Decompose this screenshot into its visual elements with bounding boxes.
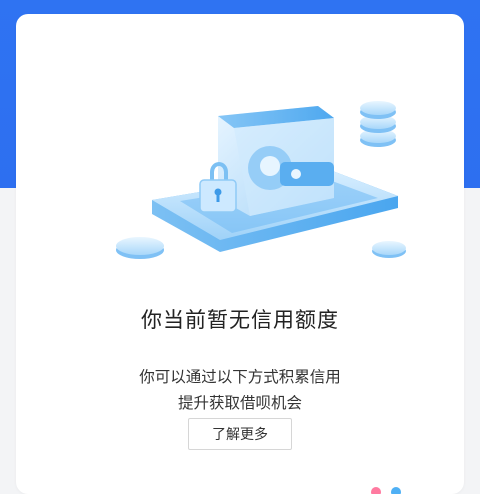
description-line-1: 你可以通过以下方式积累信用 [139, 368, 341, 386]
empty-state-description: 你可以通过以下方式积累信用 提升获取借呗机会 [16, 364, 464, 416]
description-line-2: 提升获取借呗机会 [177, 394, 302, 412]
empty-state-title: 你当前暂无信用额度 [141, 308, 339, 332]
learn-more-button[interactable]: 了解更多 [188, 418, 292, 450]
content-card: 你当前暂无信用额度 你可以通过以下方式积累信用 提升获取借呗机会 了解更多 [16, 14, 464, 494]
decorative-dots-icon [371, 487, 401, 494]
wallet-illustration-icon [116, 101, 406, 259]
